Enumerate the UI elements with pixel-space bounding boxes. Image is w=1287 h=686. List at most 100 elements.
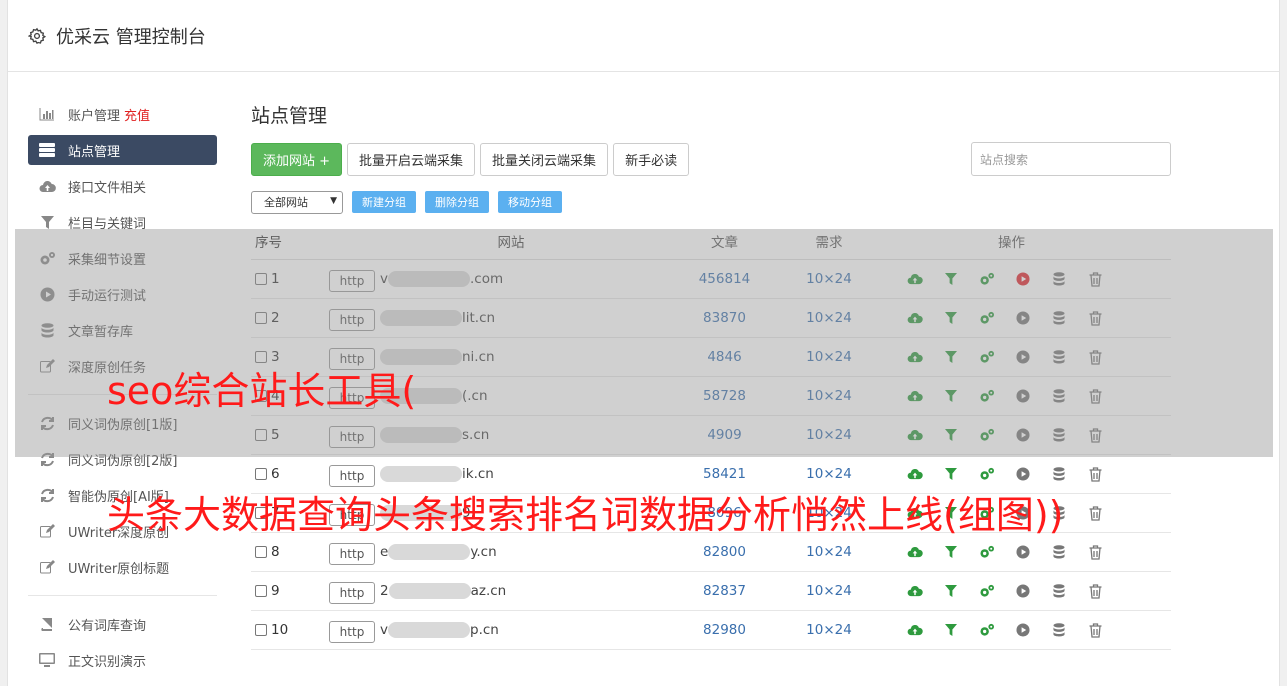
row-checkbox[interactable] bbox=[255, 546, 267, 558]
filter-icon[interactable] bbox=[943, 388, 959, 404]
article-count[interactable]: 4909 bbox=[693, 427, 756, 443]
http-badge[interactable]: http bbox=[329, 270, 375, 292]
trash-icon[interactable] bbox=[1087, 466, 1103, 482]
gears-icon[interactable] bbox=[979, 271, 995, 287]
play-circle-icon[interactable] bbox=[1015, 466, 1031, 482]
demand-value[interactable]: 10×24 bbox=[756, 544, 902, 560]
sidebar-item[interactable]: 账户管理 充值 bbox=[28, 96, 217, 132]
trash-icon[interactable] bbox=[1087, 622, 1103, 638]
trash-icon[interactable] bbox=[1087, 544, 1103, 560]
article-count[interactable]: 456814 bbox=[693, 271, 756, 287]
http-badge[interactable]: http bbox=[329, 621, 375, 643]
row-checkbox[interactable] bbox=[255, 468, 267, 480]
sidebar-item[interactable]: 公有词库查询 bbox=[28, 606, 217, 642]
add-site-button[interactable]: 添加网站 + bbox=[251, 142, 343, 176]
database-icon[interactable] bbox=[1051, 427, 1067, 443]
batch-enable-button[interactable]: 批量开启云端采集 bbox=[347, 142, 476, 176]
gears-icon[interactable] bbox=[979, 622, 995, 638]
gears-icon[interactable] bbox=[979, 544, 995, 560]
demand-value[interactable]: 10×24 bbox=[756, 271, 902, 287]
article-count[interactable]: 82800 bbox=[693, 544, 756, 560]
play-circle-icon[interactable] bbox=[1015, 427, 1031, 443]
demand-value[interactable]: 10×24 bbox=[756, 349, 902, 365]
play-circle-icon[interactable] bbox=[1015, 310, 1031, 326]
sidebar-item[interactable]: 采集细节设置 bbox=[28, 240, 217, 276]
play-circle-icon[interactable] bbox=[1015, 544, 1031, 560]
filter-icon[interactable] bbox=[943, 622, 959, 638]
http-badge[interactable]: http bbox=[329, 348, 375, 370]
play-circle-icon[interactable] bbox=[1015, 349, 1031, 365]
demand-value[interactable]: 10×24 bbox=[756, 583, 902, 599]
play-circle-icon[interactable] bbox=[1015, 388, 1031, 404]
play-circle-icon[interactable] bbox=[1015, 583, 1031, 599]
sidebar-item[interactable]: 接口文件相关 bbox=[28, 168, 217, 204]
gear-icon[interactable] bbox=[28, 27, 46, 45]
database-icon[interactable] bbox=[1051, 310, 1067, 326]
cloud-upload-icon[interactable] bbox=[907, 427, 923, 443]
recharge-link[interactable]: 充值 bbox=[124, 105, 150, 124]
sidebar-item[interactable]: 正文识别演示 bbox=[28, 642, 217, 678]
sidebar-item[interactable]: UWriter原创标题 bbox=[28, 549, 217, 585]
gears-icon[interactable] bbox=[979, 388, 995, 404]
article-count[interactable]: 83870 bbox=[693, 310, 756, 326]
trash-icon[interactable] bbox=[1087, 427, 1103, 443]
filter-icon[interactable] bbox=[943, 271, 959, 287]
http-badge[interactable]: http bbox=[329, 543, 375, 565]
demand-value[interactable]: 10×24 bbox=[756, 622, 902, 638]
database-icon[interactable] bbox=[1051, 388, 1067, 404]
trash-icon[interactable] bbox=[1087, 271, 1103, 287]
delete-group-button[interactable]: 删除分组 bbox=[425, 191, 489, 213]
sidebar-item[interactable]: 站点管理 bbox=[28, 135, 217, 165]
database-icon[interactable] bbox=[1051, 271, 1067, 287]
cloud-upload-icon[interactable] bbox=[907, 466, 923, 482]
demand-value[interactable]: 10×24 bbox=[756, 466, 902, 482]
article-count[interactable]: 58728 bbox=[693, 388, 756, 404]
cloud-upload-icon[interactable] bbox=[907, 622, 923, 638]
article-count[interactable]: 82837 bbox=[693, 583, 756, 599]
filter-icon[interactable] bbox=[943, 466, 959, 482]
gears-icon[interactable] bbox=[979, 349, 995, 365]
database-icon[interactable] bbox=[1051, 622, 1067, 638]
row-checkbox[interactable] bbox=[255, 273, 267, 285]
sidebar-item[interactable]: 文章暂存库 bbox=[28, 312, 217, 348]
filter-icon[interactable] bbox=[943, 544, 959, 560]
gears-icon[interactable] bbox=[979, 427, 995, 443]
group-select[interactable]: 全部网站 ▼ bbox=[251, 190, 343, 214]
filter-icon[interactable] bbox=[943, 310, 959, 326]
database-icon[interactable] bbox=[1051, 583, 1067, 599]
database-icon[interactable] bbox=[1051, 349, 1067, 365]
database-icon[interactable] bbox=[1051, 544, 1067, 560]
cloud-upload-icon[interactable] bbox=[907, 388, 923, 404]
filter-icon[interactable] bbox=[943, 349, 959, 365]
demand-value[interactable]: 10×24 bbox=[756, 427, 902, 443]
cloud-upload-icon[interactable] bbox=[907, 583, 923, 599]
trash-icon[interactable] bbox=[1087, 388, 1103, 404]
trash-icon[interactable] bbox=[1087, 310, 1103, 326]
cloud-upload-icon[interactable] bbox=[907, 310, 923, 326]
row-checkbox[interactable] bbox=[255, 312, 267, 324]
row-checkbox[interactable] bbox=[255, 585, 267, 597]
article-count[interactable]: 82980 bbox=[693, 622, 756, 638]
database-icon[interactable] bbox=[1051, 466, 1067, 482]
filter-icon[interactable] bbox=[943, 583, 959, 599]
http-badge[interactable]: http bbox=[329, 465, 375, 487]
gears-icon[interactable] bbox=[979, 466, 995, 482]
demand-value[interactable]: 10×24 bbox=[756, 388, 902, 404]
filter-icon[interactable] bbox=[943, 427, 959, 443]
gears-icon[interactable] bbox=[979, 310, 995, 326]
cloud-upload-icon[interactable] bbox=[907, 271, 923, 287]
play-circle-icon[interactable] bbox=[1015, 622, 1031, 638]
http-badge[interactable]: http bbox=[329, 582, 375, 604]
cloud-upload-icon[interactable] bbox=[907, 349, 923, 365]
http-badge[interactable]: http bbox=[329, 309, 375, 331]
row-checkbox[interactable] bbox=[255, 351, 267, 363]
trash-icon[interactable] bbox=[1087, 349, 1103, 365]
newbie-guide-button[interactable]: 新手必读 bbox=[613, 142, 690, 176]
http-badge[interactable]: http bbox=[329, 426, 375, 448]
sidebar-item[interactable]: 同义词伪原创[2版] bbox=[28, 441, 217, 477]
batch-disable-button[interactable]: 批量关闭云端采集 bbox=[480, 142, 609, 176]
trash-icon[interactable] bbox=[1087, 583, 1103, 599]
play-circle-icon[interactable] bbox=[1015, 271, 1031, 287]
demand-value[interactable]: 10×24 bbox=[756, 310, 902, 326]
move-group-button[interactable]: 移动分组 bbox=[498, 191, 562, 213]
